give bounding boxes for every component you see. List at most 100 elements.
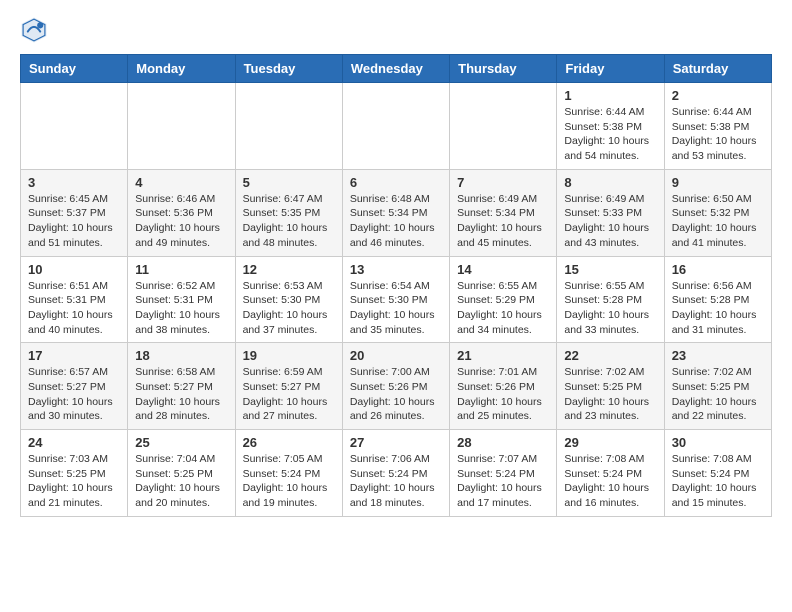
day-info: Sunrise: 6:53 AM Sunset: 5:30 PM Dayligh… bbox=[243, 279, 335, 338]
day-number: 16 bbox=[672, 262, 764, 277]
calendar-cell: 25 Sunrise: 7:04 AM Sunset: 5:25 PM Dayli… bbox=[128, 430, 235, 517]
calendar-cell: 7 Sunrise: 6:49 AM Sunset: 5:34 PM Daylig… bbox=[450, 169, 557, 256]
day-info: Sunrise: 7:08 AM Sunset: 5:24 PM Dayligh… bbox=[672, 452, 764, 511]
day-number: 18 bbox=[135, 348, 227, 363]
weekday-header-friday: Friday bbox=[557, 55, 664, 83]
day-number: 5 bbox=[243, 175, 335, 190]
calendar-cell: 6Sunrise: 6:48 AM Sunset: 5:34 PM Daylig… bbox=[342, 169, 449, 256]
calendar-cell: 4 Sunrise: 6:46 AM Sunset: 5:36 PM Daylig… bbox=[128, 169, 235, 256]
day-number: 3 bbox=[28, 175, 120, 190]
day-number: 2 bbox=[672, 88, 764, 103]
calendar-cell: 11 Sunrise: 6:52 AM Sunset: 5:31 PM Dayli… bbox=[128, 256, 235, 343]
day-number: 15 bbox=[564, 262, 656, 277]
logo bbox=[20, 16, 52, 44]
day-info: Sunrise: 6:44 AM Sunset: 5:38 PM Dayligh… bbox=[672, 105, 764, 164]
calendar-table: SundayMondayTuesdayWednesdayThursdayFrid… bbox=[20, 54, 772, 517]
day-info: Sunrise: 6:51 AM Sunset: 5:31 PM Dayligh… bbox=[28, 279, 120, 338]
calendar-cell: 27Sunrise: 7:06 AM Sunset: 5:24 PM Dayli… bbox=[342, 430, 449, 517]
day-info: Sunrise: 7:02 AM Sunset: 5:25 PM Dayligh… bbox=[672, 365, 764, 424]
calendar-cell bbox=[21, 83, 128, 170]
day-info: Sunrise: 7:01 AM Sunset: 5:26 PM Dayligh… bbox=[457, 365, 549, 424]
calendar-cell: 8Sunrise: 6:49 AM Sunset: 5:33 PM Daylig… bbox=[557, 169, 664, 256]
calendar-cell: 21 Sunrise: 7:01 AM Sunset: 5:26 PM Dayli… bbox=[450, 343, 557, 430]
day-info: Sunrise: 7:02 AM Sunset: 5:25 PM Dayligh… bbox=[564, 365, 656, 424]
week-row-1: 1 Sunrise: 6:44 AM Sunset: 5:38 PM Daylig… bbox=[21, 83, 772, 170]
day-info: Sunrise: 6:59 AM Sunset: 5:27 PM Dayligh… bbox=[243, 365, 335, 424]
day-info: Sunrise: 7:04 AM Sunset: 5:25 PM Dayligh… bbox=[135, 452, 227, 511]
day-info: Sunrise: 7:00 AM Sunset: 5:26 PM Dayligh… bbox=[350, 365, 442, 424]
day-info: Sunrise: 6:52 AM Sunset: 5:31 PM Dayligh… bbox=[135, 279, 227, 338]
calendar-cell: 28 Sunrise: 7:07 AM Sunset: 5:24 PM Dayli… bbox=[450, 430, 557, 517]
day-number: 14 bbox=[457, 262, 549, 277]
calendar-cell: 13 Sunrise: 6:54 AM Sunset: 5:30 PM Dayli… bbox=[342, 256, 449, 343]
day-number: 20 bbox=[350, 348, 442, 363]
calendar-cell: 10 Sunrise: 6:51 AM Sunset: 5:31 PM Dayli… bbox=[21, 256, 128, 343]
day-number: 28 bbox=[457, 435, 549, 450]
calendar-cell bbox=[342, 83, 449, 170]
day-info: Sunrise: 6:54 AM Sunset: 5:30 PM Dayligh… bbox=[350, 279, 442, 338]
day-number: 7 bbox=[457, 175, 549, 190]
day-info: Sunrise: 6:55 AM Sunset: 5:28 PM Dayligh… bbox=[564, 279, 656, 338]
day-info: Sunrise: 6:56 AM Sunset: 5:28 PM Dayligh… bbox=[672, 279, 764, 338]
calendar-cell: 14 Sunrise: 6:55 AM Sunset: 5:29 PM Dayli… bbox=[450, 256, 557, 343]
day-number: 10 bbox=[28, 262, 120, 277]
week-row-3: 10 Sunrise: 6:51 AM Sunset: 5:31 PM Dayli… bbox=[21, 256, 772, 343]
weekday-header-sunday: Sunday bbox=[21, 55, 128, 83]
calendar-cell: 16 Sunrise: 6:56 AM Sunset: 5:28 PM Dayli… bbox=[664, 256, 771, 343]
day-number: 19 bbox=[243, 348, 335, 363]
day-number: 4 bbox=[135, 175, 227, 190]
logo-icon bbox=[20, 16, 48, 44]
day-info: Sunrise: 6:46 AM Sunset: 5:36 PM Dayligh… bbox=[135, 192, 227, 251]
day-number: 1 bbox=[564, 88, 656, 103]
day-number: 29 bbox=[564, 435, 656, 450]
week-row-2: 3 Sunrise: 6:45 AM Sunset: 5:37 PM Daylig… bbox=[21, 169, 772, 256]
day-number: 13 bbox=[350, 262, 442, 277]
calendar-cell: 29 Sunrise: 7:08 AM Sunset: 5:24 PM Dayli… bbox=[557, 430, 664, 517]
day-number: 25 bbox=[135, 435, 227, 450]
calendar-cell bbox=[128, 83, 235, 170]
day-info: Sunrise: 6:58 AM Sunset: 5:27 PM Dayligh… bbox=[135, 365, 227, 424]
day-info: Sunrise: 6:49 AM Sunset: 5:33 PM Dayligh… bbox=[564, 192, 656, 251]
calendar-cell: 3 Sunrise: 6:45 AM Sunset: 5:37 PM Daylig… bbox=[21, 169, 128, 256]
day-number: 23 bbox=[672, 348, 764, 363]
day-number: 21 bbox=[457, 348, 549, 363]
weekday-header-saturday: Saturday bbox=[664, 55, 771, 83]
page: SundayMondayTuesdayWednesdayThursdayFrid… bbox=[0, 0, 792, 533]
calendar-cell: 18 Sunrise: 6:58 AM Sunset: 5:27 PM Dayli… bbox=[128, 343, 235, 430]
calendar-cell: 24 Sunrise: 7:03 AM Sunset: 5:25 PM Dayli… bbox=[21, 430, 128, 517]
calendar-cell: 22 Sunrise: 7:02 AM Sunset: 5:25 PM Dayli… bbox=[557, 343, 664, 430]
week-row-5: 24 Sunrise: 7:03 AM Sunset: 5:25 PM Dayli… bbox=[21, 430, 772, 517]
calendar-cell: 30Sunrise: 7:08 AM Sunset: 5:24 PM Dayli… bbox=[664, 430, 771, 517]
day-info: Sunrise: 6:55 AM Sunset: 5:29 PM Dayligh… bbox=[457, 279, 549, 338]
day-info: Sunrise: 6:57 AM Sunset: 5:27 PM Dayligh… bbox=[28, 365, 120, 424]
calendar-cell: 20 Sunrise: 7:00 AM Sunset: 5:26 PM Dayli… bbox=[342, 343, 449, 430]
day-number: 17 bbox=[28, 348, 120, 363]
calendar-cell: 23 Sunrise: 7:02 AM Sunset: 5:25 PM Dayli… bbox=[664, 343, 771, 430]
header bbox=[20, 16, 772, 44]
calendar-cell: 12 Sunrise: 6:53 AM Sunset: 5:30 PM Dayli… bbox=[235, 256, 342, 343]
day-number: 6 bbox=[350, 175, 442, 190]
calendar-cell: 2 Sunrise: 6:44 AM Sunset: 5:38 PM Daylig… bbox=[664, 83, 771, 170]
day-info: Sunrise: 6:47 AM Sunset: 5:35 PM Dayligh… bbox=[243, 192, 335, 251]
day-info: Sunrise: 6:44 AM Sunset: 5:38 PM Dayligh… bbox=[564, 105, 656, 164]
day-number: 11 bbox=[135, 262, 227, 277]
day-info: Sunrise: 7:08 AM Sunset: 5:24 PM Dayligh… bbox=[564, 452, 656, 511]
week-row-4: 17 Sunrise: 6:57 AM Sunset: 5:27 PM Dayli… bbox=[21, 343, 772, 430]
day-info: Sunrise: 6:45 AM Sunset: 5:37 PM Dayligh… bbox=[28, 192, 120, 251]
calendar-cell: 17 Sunrise: 6:57 AM Sunset: 5:27 PM Dayli… bbox=[21, 343, 128, 430]
calendar-cell: 9 Sunrise: 6:50 AM Sunset: 5:32 PM Daylig… bbox=[664, 169, 771, 256]
calendar-cell: 26Sunrise: 7:05 AM Sunset: 5:24 PM Dayli… bbox=[235, 430, 342, 517]
calendar-cell bbox=[450, 83, 557, 170]
day-info: Sunrise: 7:07 AM Sunset: 5:24 PM Dayligh… bbox=[457, 452, 549, 511]
weekday-header-row: SundayMondayTuesdayWednesdayThursdayFrid… bbox=[21, 55, 772, 83]
day-number: 9 bbox=[672, 175, 764, 190]
day-number: 24 bbox=[28, 435, 120, 450]
day-info: Sunrise: 7:03 AM Sunset: 5:25 PM Dayligh… bbox=[28, 452, 120, 511]
day-info: Sunrise: 6:49 AM Sunset: 5:34 PM Dayligh… bbox=[457, 192, 549, 251]
day-number: 12 bbox=[243, 262, 335, 277]
calendar-cell: 1 Sunrise: 6:44 AM Sunset: 5:38 PM Daylig… bbox=[557, 83, 664, 170]
day-info: Sunrise: 6:50 AM Sunset: 5:32 PM Dayligh… bbox=[672, 192, 764, 251]
weekday-header-monday: Monday bbox=[128, 55, 235, 83]
day-info: Sunrise: 7:05 AM Sunset: 5:24 PM Dayligh… bbox=[243, 452, 335, 511]
day-number: 22 bbox=[564, 348, 656, 363]
